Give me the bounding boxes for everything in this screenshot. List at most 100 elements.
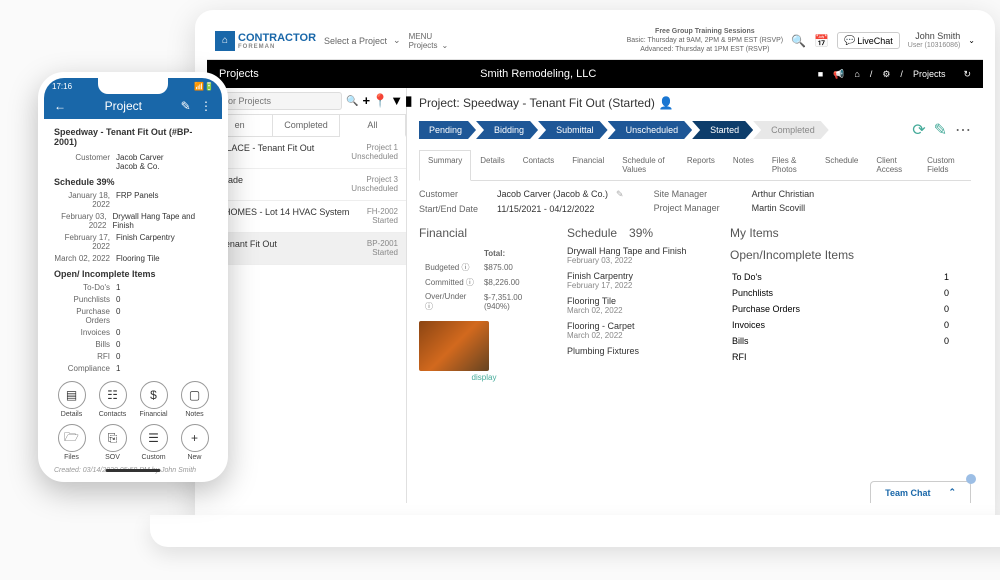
- subtab-reports[interactable]: Reports: [678, 150, 724, 180]
- budgeted-value: $875.00: [480, 261, 547, 274]
- tab-all[interactable]: All: [340, 115, 406, 137]
- search-input[interactable]: [211, 92, 342, 110]
- sub-tabs: Summary Details Contacts Financial Sched…: [419, 150, 971, 181]
- projmgr-label: Project Manager: [654, 203, 744, 213]
- black-bar: Projects Smith Remodeling, LLC ■ 📢 ⌂ / ⚙…: [207, 60, 983, 88]
- refresh-icon[interactable]: ↻: [963, 69, 971, 80]
- display-link[interactable]: display: [419, 373, 549, 382]
- training-info: Free Group Training Sessions Basic: Thur…: [627, 27, 784, 54]
- home-indicator[interactable]: [106, 469, 161, 472]
- chevron-down-icon[interactable]: ⌄: [968, 36, 975, 45]
- subtab-schedule[interactable]: Schedule: [816, 150, 867, 180]
- user-menu[interactable]: John Smith User (10316086): [908, 31, 961, 50]
- project-list-pane: 🔍 + 📍 ▼ ▮ en Completed All PALACE - Tena…: [207, 88, 407, 503]
- team-chat-button[interactable]: Team Chat ⌃: [870, 481, 971, 503]
- committed-value: $8,226.00: [480, 276, 547, 289]
- edit-icon[interactable]: ✎: [616, 189, 624, 200]
- search-icon[interactable]: 🔍: [791, 34, 806, 48]
- select-project-dropdown[interactable]: Select a Project ⌄: [324, 35, 401, 46]
- user-id: User (10316086): [908, 42, 961, 50]
- training-line1: Basic: Thursday at 9AM, 2PM & 9PM EST (R…: [627, 36, 784, 45]
- subtab-contacts[interactable]: Contacts: [514, 150, 564, 180]
- details-button[interactable]: ▤Details: [54, 381, 89, 418]
- stage-submittal[interactable]: Submittal: [538, 121, 608, 139]
- notes-button[interactable]: ▢Notes: [177, 381, 212, 418]
- stage-started[interactable]: Started: [692, 121, 753, 139]
- back-icon[interactable]: ←: [54, 99, 66, 113]
- files-button[interactable]: 🗁Files: [54, 424, 89, 461]
- subtab-files[interactable]: Files & Photos: [763, 150, 816, 180]
- phone-time: 17:16: [52, 82, 72, 91]
- add-icon[interactable]: +: [362, 93, 370, 109]
- livechat-button[interactable]: 💬LiveChat: [837, 32, 900, 49]
- gear-icon[interactable]: ⚙: [882, 69, 890, 80]
- list-item[interactable]: - Tenant Fit Outial BP-2001Started: [207, 233, 406, 265]
- subtab-sov[interactable]: Schedule of Values: [613, 150, 678, 180]
- subtab-client[interactable]: Client Access: [867, 150, 918, 180]
- sov-button[interactable]: ⎘SOV: [95, 424, 130, 461]
- brand-sub: FOREMAN: [238, 44, 316, 50]
- list-item[interactable]: pgradeial Project 3Unscheduled: [207, 169, 406, 201]
- financial-button[interactable]: $Financial: [136, 381, 171, 418]
- custom-button[interactable]: ☰Custom: [136, 424, 171, 461]
- more-icon[interactable]: ⋮: [200, 99, 212, 113]
- menu-dropdown[interactable]: MENU Projects⌄: [409, 32, 449, 50]
- stage-unscheduled[interactable]: Unscheduled: [608, 121, 693, 139]
- chevron-down-icon: ⌄: [393, 35, 401, 46]
- page-title: Projects: [219, 68, 259, 80]
- subtab-summary[interactable]: Summary: [419, 150, 471, 181]
- list-item[interactable]: D HOMES - Lot 14 HVAC Systemial FH-2002S…: [207, 201, 406, 233]
- list-item[interactable]: PALACE - Tenant Fit Outial Project 1Unsc…: [207, 137, 406, 169]
- phone-title: Project: [105, 99, 142, 113]
- stage-pending[interactable]: Pending: [419, 121, 476, 139]
- ph-schedule-title: Schedule 39%: [54, 177, 212, 187]
- edit-icon[interactable]: ✎: [934, 120, 947, 140]
- phone-notch: [98, 78, 168, 94]
- contacts-button[interactable]: ☷Contacts: [95, 381, 130, 418]
- subtab-details[interactable]: Details: [471, 150, 513, 180]
- subtab-financial[interactable]: Financial: [563, 150, 613, 180]
- chat-label: Team Chat: [885, 488, 930, 498]
- signal-icon: 📶🔋: [194, 82, 214, 91]
- breadcrumb[interactable]: Projects: [913, 69, 946, 80]
- schedule-pct: 39%: [629, 226, 653, 240]
- brand-logo[interactable]: ⌂ CONTRACTOR FOREMAN: [215, 31, 316, 51]
- item-value: [906, 350, 969, 364]
- home-icon[interactable]: ⌂: [854, 69, 859, 80]
- open-items-title: Open/Incomplete Items: [730, 248, 971, 262]
- dates-label: Start/End Date: [419, 204, 489, 214]
- announce-icon[interactable]: 📢: [833, 69, 844, 80]
- edit-icon[interactable]: ✎: [181, 99, 191, 113]
- pin-icon[interactable]: 📍: [372, 93, 388, 109]
- over-label: Over/Under: [425, 292, 466, 301]
- sched-name: Flooring - Carpet: [567, 321, 712, 331]
- ph-customer-label: Customer: [54, 153, 116, 171]
- image-thumbnail[interactable]: [419, 321, 489, 371]
- subtab-custom[interactable]: Custom Fields: [918, 150, 971, 180]
- livechat-label: LiveChat: [857, 36, 893, 46]
- stage-completed[interactable]: Completed: [753, 121, 829, 139]
- person-icon[interactable]: 👤: [659, 96, 674, 110]
- training-line2: Advanced: Thursday at 1PM EST (RSVP): [627, 45, 784, 54]
- calendar-icon[interactable]: 📅: [814, 34, 829, 48]
- tab-completed[interactable]: Completed: [273, 115, 339, 136]
- customer-value: Jacob Carver (Jacob & Co.): [497, 189, 608, 200]
- refresh-icon[interactable]: ⟳: [912, 120, 925, 140]
- search-icon[interactable]: 🔍: [346, 96, 358, 107]
- video-icon[interactable]: ■: [818, 69, 823, 80]
- chevron-up-icon: ⌃: [948, 487, 956, 498]
- item-value: 0: [906, 302, 969, 316]
- phone-project-title: Speedway - Tenant Fit Out (#BP-2001): [54, 127, 212, 147]
- more-icon[interactable]: ⋯: [955, 120, 971, 140]
- stage-bidding[interactable]: Bidding: [476, 121, 538, 139]
- item-label: Invoices: [732, 318, 904, 332]
- myitems-title: My Items: [730, 226, 971, 240]
- sched-name: Finish Carpentry: [567, 271, 712, 281]
- new-button[interactable]: +New: [177, 424, 212, 461]
- filter-icon[interactable]: ▼: [390, 93, 403, 109]
- committed-label: Committed: [425, 278, 464, 287]
- budgeted-label: Budgeted: [425, 263, 459, 272]
- dot-icon: [966, 474, 976, 484]
- subtab-notes[interactable]: Notes: [724, 150, 763, 180]
- sched-name: Drywall Hang Tape and Finish: [567, 246, 712, 256]
